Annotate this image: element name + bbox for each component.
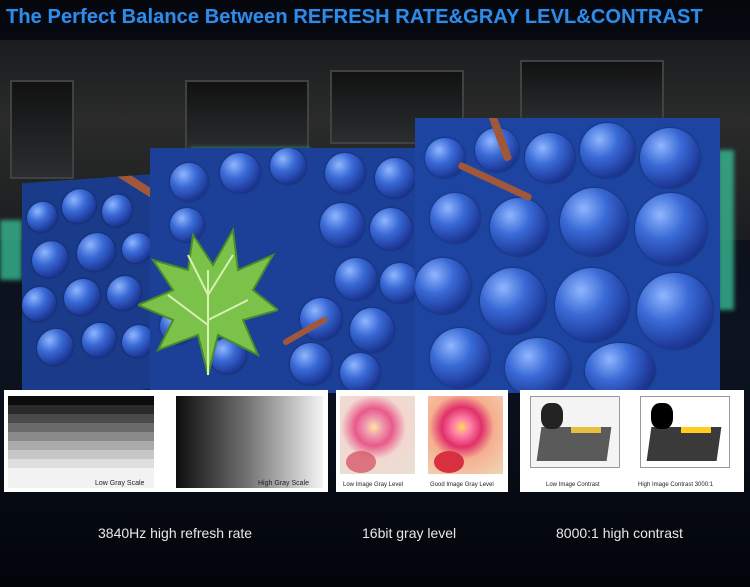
high-gray-scale-image xyxy=(176,396,323,488)
grape-leaf xyxy=(138,226,278,376)
low-gray-level-image xyxy=(340,396,415,474)
page: The Perfect Balance Between REFRESH RATE… xyxy=(0,0,750,587)
low-contrast-image xyxy=(530,396,620,468)
teal-light xyxy=(0,220,22,280)
building-window xyxy=(185,80,309,154)
good-gray-level-label: Good Image Gray Level xyxy=(430,482,494,488)
gray-level-caption: 16bit gray level xyxy=(362,525,457,541)
building-window xyxy=(520,60,664,124)
refresh-rate-caption: 3840Hz high refresh rate xyxy=(98,525,253,541)
page-title: The Perfect Balance Between REFRESH RATE… xyxy=(6,6,703,28)
building-window xyxy=(10,80,74,179)
led-panel-right xyxy=(415,118,720,393)
low-gray-scale-image xyxy=(8,396,154,488)
teal-light xyxy=(718,150,734,310)
low-contrast-label: Low Image Contrast xyxy=(546,482,600,488)
high-contrast-image xyxy=(640,396,730,468)
contrast-caption: 8000:1 high contrast xyxy=(556,525,683,541)
low-gray-level-label: Low Image Gray Level xyxy=(343,482,404,488)
high-gray-scale-label: High Gray Scale xyxy=(258,480,309,487)
high-contrast-label: High Image Contrast 3000:1 xyxy=(638,482,714,488)
good-gray-level-image xyxy=(428,396,503,474)
low-gray-scale-label: Low Gray Scale xyxy=(95,480,145,487)
